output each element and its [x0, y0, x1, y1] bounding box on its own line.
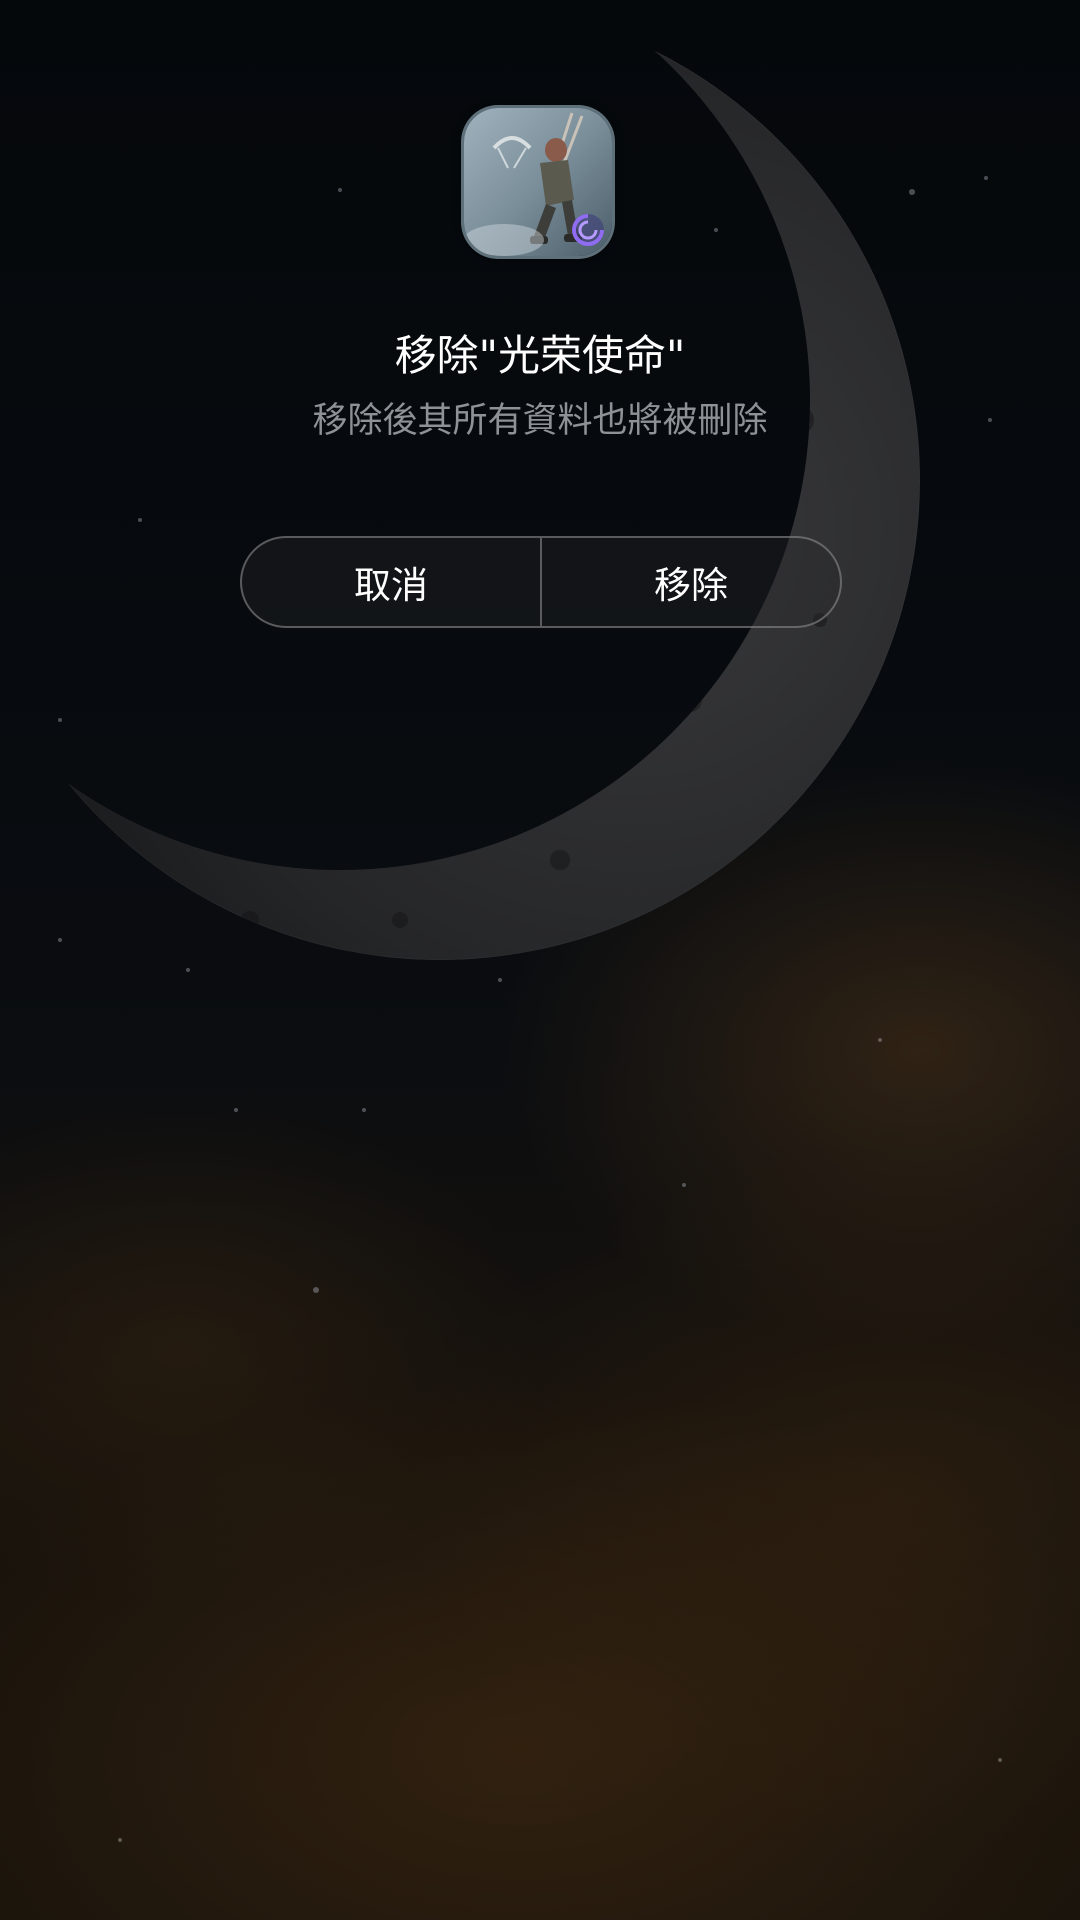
- remove-button[interactable]: 移除: [542, 538, 840, 626]
- dialog-title: 移除"光荣使命": [394, 331, 686, 380]
- dialog-button-group: 取消 移除: [240, 536, 842, 628]
- screen: 移除"光荣使命" 移除後其所有資料也將被刪除 取消 移除: [0, 0, 1080, 1920]
- game-app-icon: [464, 108, 612, 256]
- stars-decoration: [58, 176, 1002, 1842]
- cancel-button[interactable]: 取消: [242, 538, 540, 626]
- dialog-subtitle: 移除後其所有資料也將被刪除: [312, 401, 768, 441]
